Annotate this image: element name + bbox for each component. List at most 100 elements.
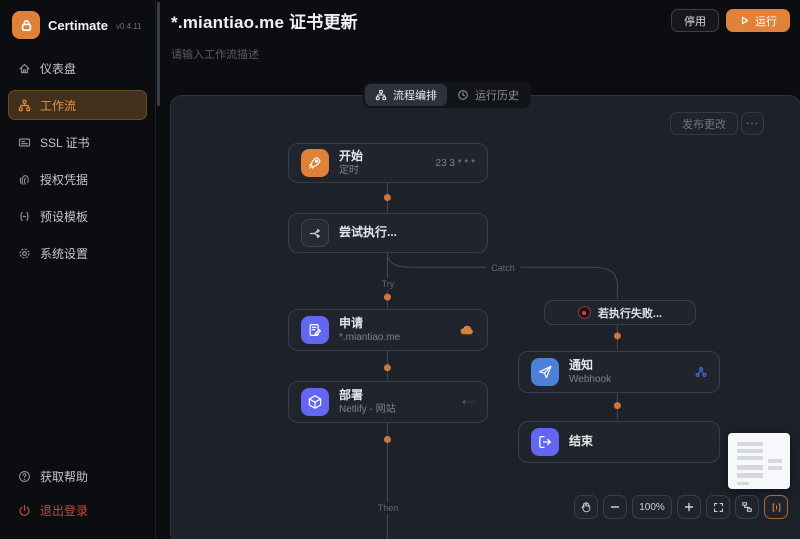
document-pen-icon — [301, 316, 329, 344]
minimap-node-bar — [768, 459, 782, 463]
sidebar: Certimate v0.4.11 仪表盘 工作流 SSL 证书 授权凭据 预设… — [0, 0, 156, 539]
disable-button[interactable]: 停用 — [671, 9, 719, 32]
pan-hand-button[interactable] — [574, 495, 598, 519]
minimap-toggle-icon — [771, 502, 782, 513]
app-version: v0.4.11 — [115, 21, 142, 31]
exit-icon — [531, 428, 559, 456]
play-icon — [739, 15, 750, 26]
node-notify[interactable]: 通知 Webhook — [518, 351, 720, 393]
more-options-button[interactable]: ··· — [741, 112, 764, 135]
node-subtitle: *.miantiao.me — [339, 332, 401, 344]
package-box-icon — [301, 388, 329, 416]
minimap-node-bar — [737, 465, 763, 470]
scrollbar-thumb[interactable] — [157, 2, 160, 106]
minimap-node-bar — [768, 466, 782, 470]
hand-icon — [580, 501, 592, 513]
node-end[interactable]: 结束 — [518, 421, 720, 463]
sidebar-menu: 仪表盘 工作流 SSL 证书 授权凭据 预设模板 系统设置 — [0, 53, 155, 268]
node-title: 申请 — [339, 315, 364, 330]
sidebar-item-label: 授权凭据 — [40, 172, 89, 187]
node-title: 通知 — [569, 357, 594, 372]
help-icon — [18, 470, 31, 483]
node-start[interactable]: 开始 定时 23 3 * * * — [288, 143, 488, 183]
page-title: *.miantiao.me 证书更新 — [171, 13, 358, 32]
sidebar-item-label: 获取帮助 — [40, 469, 89, 484]
node-subtitle: Netlify - 网站 — [339, 404, 396, 416]
template-icon — [18, 210, 31, 223]
home-icon — [18, 62, 31, 75]
minimap-toggle-button[interactable] — [764, 495, 788, 519]
sidebar-item-label: 系统设置 — [40, 246, 89, 261]
node-title: 部署 — [339, 387, 364, 402]
auto-layout-icon — [741, 501, 753, 513]
node-title: 若执行失败... — [597, 307, 663, 320]
workflow-canvas[interactable]: 发布更改 ··· Try Catch Then 开始 定时 23 3 * * *… — [170, 95, 800, 539]
canvas-controls: 100% — [574, 495, 788, 519]
paper-plane-icon — [531, 358, 559, 386]
run-button[interactable]: 运行 — [726, 9, 790, 32]
auto-layout-button[interactable] — [735, 495, 759, 519]
sidebar-item-logout[interactable]: 退出登录 — [8, 495, 147, 525]
zoom-level[interactable]: 100% — [632, 495, 672, 519]
flow-icon — [375, 89, 387, 101]
node-on-failure[interactable]: 若执行失败... — [544, 300, 696, 325]
minimap-node-bar — [737, 473, 763, 478]
branch-label-then: Then — [372, 502, 404, 514]
minimap-node-bar — [737, 456, 763, 460]
credentials-icon — [18, 173, 31, 186]
workflow-icon — [18, 99, 31, 112]
branch-split-icon — [301, 219, 329, 247]
plus-icon — [684, 502, 694, 512]
minimap-node-bar — [737, 449, 763, 453]
canvas-tabbar: 流程编排 运行历史 — [363, 82, 531, 108]
tab-label: 流程编排 — [393, 90, 437, 102]
node-apply-certificate[interactable]: 申请 *.miantiao.me — [288, 309, 488, 351]
run-button-label: 运行 — [755, 15, 777, 28]
sidebar-item-label: 预设模板 — [40, 209, 89, 224]
sidebar-item-credentials[interactable]: 授权凭据 — [8, 164, 147, 194]
app-name: Certimate — [48, 17, 108, 33]
sidebar-item-ssl-certificates[interactable]: SSL 证书 — [8, 127, 147, 157]
cloud-provider-icon — [460, 325, 475, 335]
node-title: 结束 — [569, 434, 594, 449]
sidebar-item-templates[interactable]: 预设模板 — [8, 201, 147, 231]
branch-label-try: Try — [376, 278, 400, 290]
settings-icon — [18, 247, 31, 260]
cron-expression: 23 3 * * * — [435, 157, 475, 169]
header-actions: 停用 运行 — [671, 9, 790, 32]
rocket-icon — [301, 149, 329, 177]
zoom-out-button[interactable] — [603, 495, 627, 519]
tab-label: 运行历史 — [475, 90, 519, 102]
node-title: 开始 — [339, 148, 364, 163]
certificate-icon — [18, 136, 31, 149]
sidebar-item-label: 仪表盘 — [40, 61, 77, 76]
canvas-toolbar: 发布更改 ··· — [670, 112, 764, 135]
minimap-node-bar — [737, 442, 763, 446]
sidebar-item-dashboard[interactable]: 仪表盘 — [8, 53, 147, 83]
tab-run-history[interactable]: 运行历史 — [447, 84, 529, 106]
app-logo[interactable]: Certimate v0.4.11 — [0, 0, 155, 53]
node-subtitle: Webhook — [569, 374, 612, 386]
node-try-block[interactable]: 尝试执行... — [288, 213, 488, 253]
branch-label-catch: Catch — [486, 262, 520, 274]
sidebar-item-label: 退出登录 — [40, 503, 89, 518]
minimap-node-bar — [737, 482, 749, 485]
node-deploy[interactable]: 部署 Netlify - 网站 — [288, 381, 488, 423]
sidebar-item-help[interactable]: 获取帮助 — [8, 461, 147, 491]
minimap[interactable] — [728, 433, 790, 489]
history-clock-icon — [457, 89, 469, 101]
sidebar-item-settings[interactable]: 系统设置 — [8, 238, 147, 268]
sidebar-item-label: 工作流 — [40, 98, 77, 113]
workflow-description-placeholder[interactable]: 请输入工作流描述 — [171, 46, 259, 62]
node-title: 尝试执行... — [339, 225, 398, 240]
tab-flow-editor[interactable]: 流程编排 — [365, 84, 447, 106]
fit-view-button[interactable] — [706, 495, 730, 519]
sidebar-footer: 获取帮助 退出登录 — [8, 461, 147, 529]
publish-changes-button[interactable]: 发布更改 — [670, 112, 738, 135]
webhook-share-icon — [695, 366, 707, 378]
minus-icon — [610, 502, 620, 512]
power-icon — [18, 504, 31, 517]
sidebar-item-workflows[interactable]: 工作流 — [8, 90, 147, 120]
lock-icon — [12, 11, 40, 39]
zoom-in-button[interactable] — [677, 495, 701, 519]
